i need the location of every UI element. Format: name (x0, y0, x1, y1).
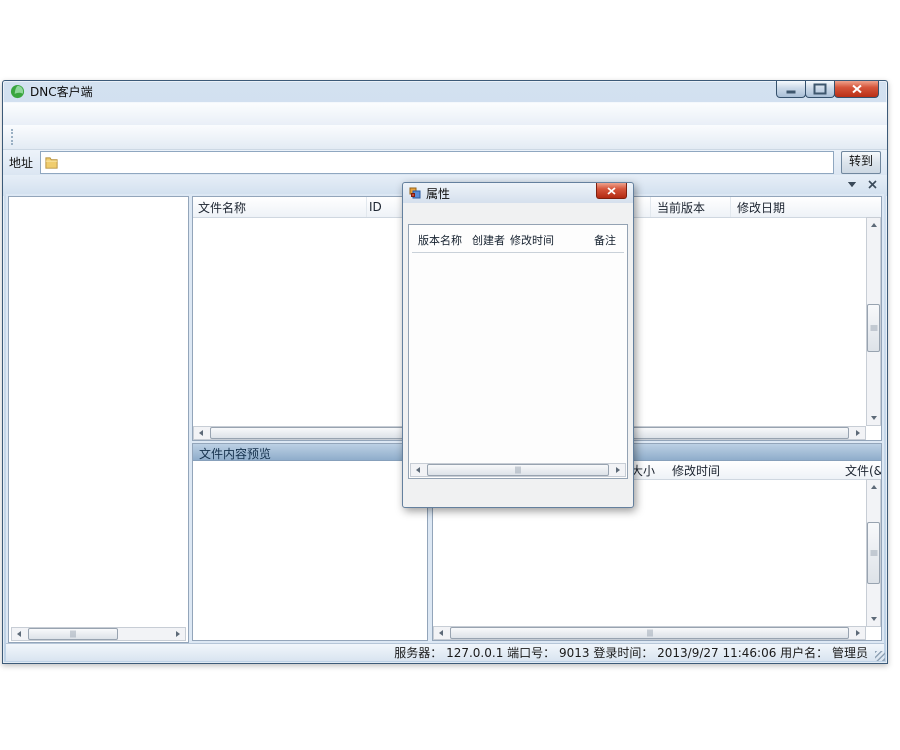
close-icon (607, 187, 616, 195)
preview-content (193, 461, 427, 469)
dialog-close-button[interactable] (596, 183, 627, 199)
title-bar[interactable]: DNC客户端 (3, 81, 887, 102)
scroll-up-icon[interactable] (867, 218, 880, 232)
app-logo-icon (10, 84, 25, 99)
menu-bar (3, 102, 887, 125)
file-preview-panel: 文件内容预览 (192, 443, 428, 641)
dialog-title: 属性 (426, 185, 450, 202)
column-header-modified[interactable]: 修改时间 (655, 462, 845, 479)
column-header-date[interactable]: 修改日期 (731, 197, 881, 217)
go-button[interactable]: 转到 (841, 151, 881, 174)
scroll-down-icon[interactable] (867, 612, 880, 626)
column-header-modified-time[interactable]: 修改时间 (510, 232, 594, 248)
toolbar-grip[interactable] (11, 129, 15, 145)
resize-grip[interactable] (875, 651, 885, 661)
dropdown-icon[interactable] (848, 182, 856, 187)
properties-icon (409, 187, 421, 199)
address-label: 地址 (9, 154, 33, 171)
column-header-note[interactable]: 备注 (594, 232, 624, 248)
scroll-up-icon[interactable] (867, 480, 880, 494)
toolbar (3, 125, 887, 150)
window-controls (777, 81, 879, 98)
column-header-version-name[interactable]: 版本名称 (412, 232, 472, 248)
close-pane-icon[interactable] (868, 180, 877, 189)
dialog-tabs (403, 203, 633, 206)
file-list-vscrollbar[interactable] (866, 217, 881, 426)
breadcrumb (63, 152, 833, 173)
minimize-button[interactable] (776, 81, 806, 98)
scroll-left-icon[interactable] (194, 427, 208, 439)
maximize-icon (814, 84, 827, 95)
related-files-hscrollbar[interactable] (433, 626, 866, 640)
scroll-right-icon[interactable] (611, 464, 625, 476)
scroll-left-icon[interactable] (12, 628, 26, 640)
scroll-right-icon[interactable] (851, 427, 865, 439)
minimize-icon (787, 91, 796, 94)
status-bar: 服务器： 127.0.0.1 端口号： 9013 登录时间： 2013/9/27… (6, 643, 884, 661)
column-header-creator[interactable]: 创建者 (472, 232, 510, 248)
column-header-file-name[interactable]: 文件名称 (193, 197, 367, 217)
related-files-vscrollbar[interactable] (866, 479, 881, 627)
scroll-down-icon[interactable] (867, 411, 880, 425)
version-table-header: 版本名称 创建者 修改时间 备注 (412, 225, 624, 253)
address-field[interactable] (40, 151, 834, 174)
column-header-version[interactable]: 当前版本 (651, 197, 731, 217)
dialog-title-bar[interactable]: 属性 (403, 183, 633, 203)
status-text: 服务器： 127.0.0.1 端口号： 9013 登录时间： 2013/9/27… (394, 644, 868, 661)
scroll-right-icon[interactable] (171, 628, 185, 640)
close-button[interactable] (834, 81, 879, 98)
tree-hscrollbar[interactable] (11, 627, 186, 641)
properties-dialog: 属性 版本名称 创建者 修改时间 备注 (402, 182, 634, 508)
scroll-right-icon[interactable] (851, 627, 865, 639)
preview-header: 文件内容预览 (193, 444, 427, 461)
dialog-hscrollbar[interactable] (410, 463, 626, 477)
app-window: DNC客户端 地址 转到 (2, 80, 888, 664)
column-header-file[interactable]: 文件(&l (845, 462, 881, 479)
tab-strip-controls (848, 180, 877, 189)
server-tree-panel (8, 196, 189, 643)
server-tree (9, 199, 188, 626)
address-folder-icon (44, 156, 59, 170)
scroll-left-icon[interactable] (434, 627, 448, 639)
close-icon (851, 85, 862, 94)
window-title: DNC客户端 (30, 83, 93, 100)
scroll-left-icon[interactable] (411, 464, 425, 476)
address-bar: 地址 转到 (3, 150, 887, 175)
version-info-pane: 版本名称 创建者 修改时间 备注 (408, 224, 628, 479)
maximize-button[interactable] (805, 81, 835, 98)
